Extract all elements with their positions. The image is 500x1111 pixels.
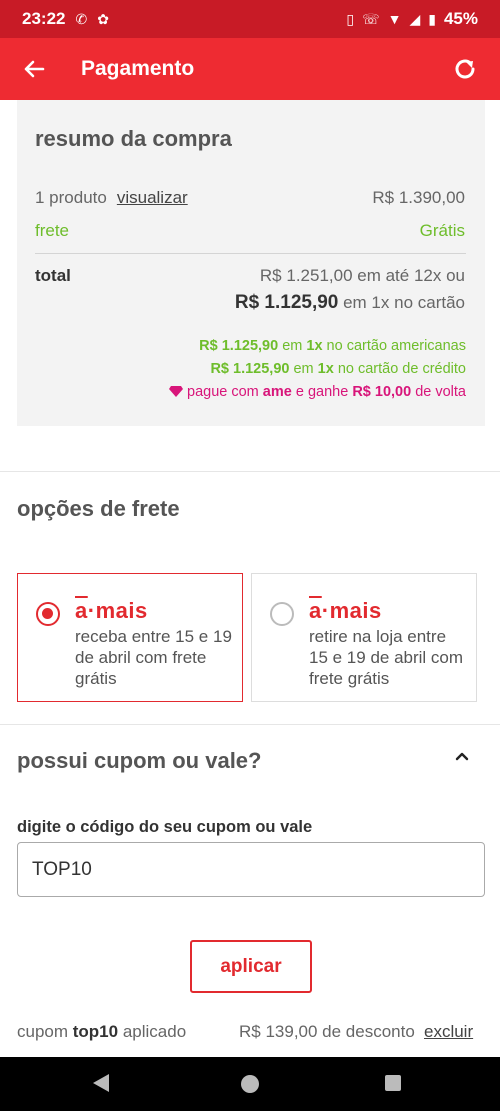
coupon-field-label: digite o código do seu cupom ou vale: [17, 818, 313, 836]
cash-price: R$ 1.125,90: [234, 292, 339, 313]
collapse-toggle[interactable]: [452, 746, 472, 766]
notification-icon: ✿: [97, 10, 109, 27]
app-bar: Pagamento: [0, 38, 500, 100]
offer3-pre: pague com: [187, 384, 263, 400]
amais-rest: ·mais: [321, 598, 382, 623]
amais-a: a: [75, 598, 88, 623]
whatsapp-icon: ✆: [75, 10, 88, 27]
status-bar: 23:22 ✆ ✿ ▯ ☏ ▼ ◢ ▮ 45%: [0, 0, 500, 38]
refresh-icon: [455, 59, 475, 79]
wifi-icon: ▼: [387, 11, 402, 27]
cashback-amount: R$ 10,00: [352, 384, 412, 400]
status-left: 23:22 ✆ ✿: [22, 9, 109, 29]
offer2-mid: em: [289, 361, 318, 377]
offer2-times: 1x: [317, 361, 334, 377]
offer1-mid: em: [278, 338, 307, 354]
battery-level: 45%: [443, 9, 478, 28]
cash-price-suffix: em 1x no cartão: [338, 293, 465, 312]
amais-logo: a·mais: [75, 598, 148, 624]
coupon-section-title[interactable]: possui cupom ou vale?: [17, 748, 261, 774]
offer1-times: 1x: [306, 338, 323, 354]
offer2-text: no cartão de crédito: [333, 361, 466, 377]
system-nav-bar: [0, 1057, 500, 1111]
section-divider: [0, 471, 500, 472]
amais-a: a: [309, 598, 322, 623]
shipping-value: Grátis: [419, 221, 465, 240]
page-title: Pagamento: [81, 57, 195, 80]
clock: 23:22: [22, 9, 66, 28]
signal-icon: ◢: [409, 10, 421, 27]
coupon-status: cupom top10 aplicado: [17, 1022, 186, 1042]
cash-price-line: R$ 1.125,90 em 1x no cartão: [235, 292, 465, 314]
status-right: ▯ ☏ ▼ ◢ ▮ 45%: [346, 9, 478, 29]
coupon-status-post: aplicado: [118, 1022, 187, 1041]
shipping-row: frete Grátis: [35, 221, 465, 241]
total-label: total: [35, 266, 71, 285]
offer-credit-card: R$ 1.125,90 em 1x no cartão de crédito: [210, 361, 466, 377]
coupon-input[interactable]: [17, 842, 485, 897]
offer3-mid: e ganhe: [291, 384, 353, 400]
nav-back-button[interactable]: [93, 1074, 109, 1092]
amais-logo: a·mais: [309, 598, 382, 624]
summary-divider: [35, 253, 466, 254]
refresh-button[interactable]: [450, 54, 480, 84]
products-row: 1 produto visualizar R$ 1.390,00: [35, 188, 465, 208]
vibrate-icon: ▯: [346, 10, 355, 27]
apply-coupon-button[interactable]: aplicar: [190, 940, 312, 993]
diamond-icon: [168, 386, 183, 397]
installments-text: R$ 1.251,00 em até 12x ou: [259, 266, 465, 285]
cash-price-row: R$ 1.125,90 em 1x no cartão: [35, 292, 465, 314]
shipping-option-pickup[interactable]: a·mais retire na loja entre 15 e 19 de a…: [251, 573, 477, 702]
shipping-option-desc: retire na loja entre 15 e 19 de abril co…: [309, 627, 464, 688]
shipping-option-delivery[interactable]: a·mais receba entre 15 e 19 de abril com…: [17, 573, 243, 702]
discount-amount: R$ 139,00 de desconto: [239, 1022, 415, 1041]
coupon-status-pre: cupom: [17, 1022, 73, 1041]
products-label: 1 produto: [35, 188, 107, 207]
offer2-price: R$ 1.125,90: [210, 361, 290, 377]
offer1-text: no cartão americanas: [322, 338, 466, 354]
ame-brand: ame: [262, 384, 292, 400]
nav-recents-button[interactable]: [385, 1075, 401, 1091]
wifi-call-icon: ☏: [362, 10, 380, 27]
products-price: R$ 1.390,00: [372, 188, 465, 207]
offer1-price: R$ 1.125,90: [199, 338, 279, 354]
radio-unselected[interactable]: [270, 602, 294, 626]
battery-icon: ▮: [428, 10, 436, 27]
remove-coupon-link[interactable]: excluir: [424, 1022, 473, 1042]
nav-home-button[interactable]: [241, 1075, 259, 1093]
coupon-code: top10: [72, 1022, 119, 1041]
offer-ame-cashback: pague com ame e ganhe R$ 10,00 de volta: [168, 384, 466, 400]
amais-rest: ·mais: [87, 598, 148, 623]
chevron-up-icon: [455, 752, 469, 761]
summary-title: resumo da compra: [35, 126, 232, 151]
offer3-post: de volta: [411, 384, 466, 400]
shipping-options-title: opções de frete: [17, 496, 180, 521]
view-products-link[interactable]: visualizar: [117, 188, 188, 208]
radio-selected[interactable]: [36, 602, 60, 626]
offer-americanas: R$ 1.125,90 em 1x no cartão americanas: [199, 338, 466, 354]
section-divider: [0, 724, 500, 725]
arrow-left-icon: [24, 60, 45, 78]
shipping-label: frete: [35, 221, 70, 240]
total-row: total R$ 1.251,00 em até 12x ou: [35, 266, 465, 286]
shipping-option-desc: receba entre 15 e 19 de abril com frete …: [75, 627, 232, 688]
back-button[interactable]: [20, 55, 48, 83]
